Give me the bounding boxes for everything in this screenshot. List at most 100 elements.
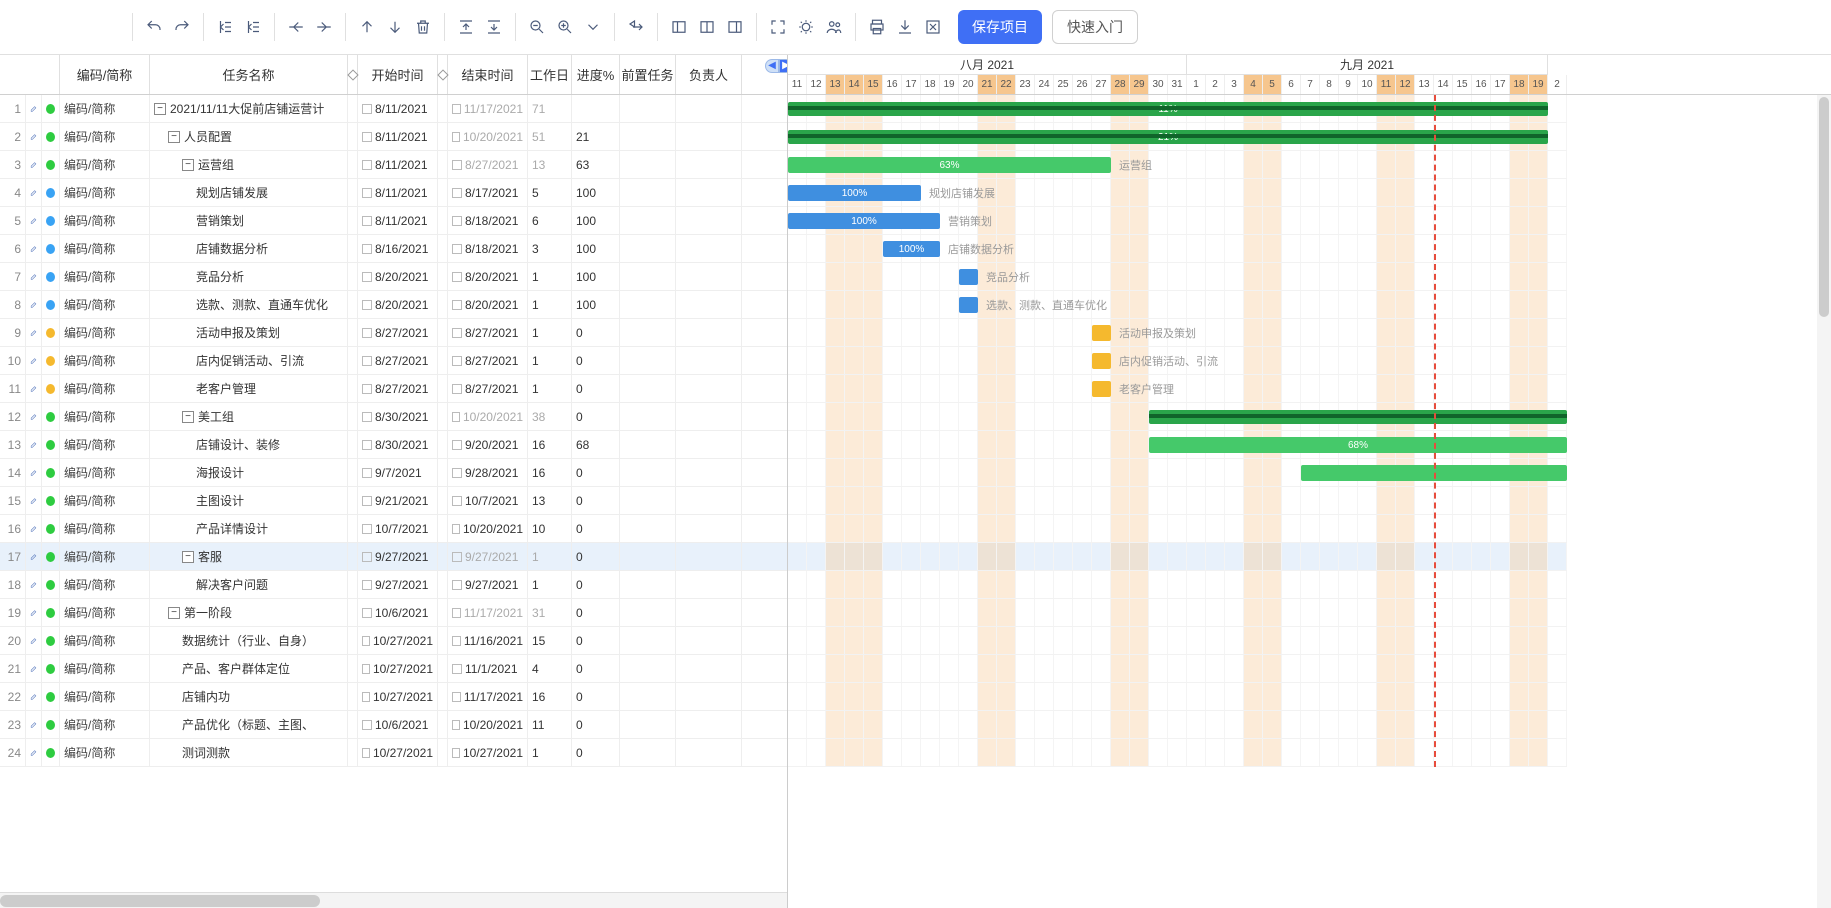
progress-pct[interactable]: 0	[572, 347, 620, 374]
predecessor[interactable]	[620, 123, 676, 150]
end-date[interactable]: 8/27/2021	[448, 151, 528, 178]
print-icon[interactable]	[864, 9, 890, 45]
task-row[interactable]: 16编码/简称产品详情设计10/7/202110/20/2021100	[0, 515, 787, 543]
gantt-row[interactable]	[788, 599, 1567, 627]
edit-row-icon[interactable]	[26, 403, 42, 430]
owner[interactable]	[676, 291, 742, 318]
owner[interactable]	[676, 683, 742, 710]
owner[interactable]	[676, 487, 742, 514]
edit-row-icon[interactable]	[26, 347, 42, 374]
delete-icon[interactable]	[410, 9, 436, 45]
gantt-row[interactable]: 老客户管理	[788, 375, 1567, 403]
edit-row-icon[interactable]	[26, 627, 42, 654]
timeline-day[interactable]: 29	[1130, 75, 1149, 95]
gantt-row[interactable]: 21%	[788, 123, 1567, 151]
task-code[interactable]: 编码/简称	[60, 263, 150, 290]
task-row[interactable]: 12编码/简称−美工组8/30/202110/20/2021380	[0, 403, 787, 431]
task-name-cell[interactable]: 店内促销活动、引流	[150, 347, 348, 374]
work-days[interactable]: 11	[528, 711, 572, 738]
task-code[interactable]: 编码/简称	[60, 543, 150, 570]
edit-row-icon[interactable]	[26, 683, 42, 710]
timeline-day[interactable]: 3	[1225, 75, 1244, 95]
task-name-cell[interactable]: 营销策划	[150, 207, 348, 234]
work-days[interactable]: 16	[528, 459, 572, 486]
task-code[interactable]: 编码/简称	[60, 375, 150, 402]
predecessor[interactable]	[620, 235, 676, 262]
start-date[interactable]: 10/7/2021	[358, 515, 438, 542]
edit-row-icon[interactable]	[26, 711, 42, 738]
predecessor[interactable]	[620, 263, 676, 290]
owner[interactable]	[676, 739, 742, 766]
timeline-day[interactable]: 12	[1396, 75, 1415, 95]
edit-row-icon[interactable]	[26, 235, 42, 262]
timeline-day[interactable]: 6	[1282, 75, 1301, 95]
end-date[interactable]: 8/18/2021	[448, 207, 528, 234]
timeline-day[interactable]: 31	[1168, 75, 1187, 95]
collapse-toggle-icon[interactable]: −	[182, 551, 194, 563]
predecessor[interactable]	[620, 151, 676, 178]
progress-pct[interactable]: 100	[572, 291, 620, 318]
end-date[interactable]: 10/27/2021	[448, 739, 528, 766]
predecessor[interactable]	[620, 319, 676, 346]
task-row[interactable]: 15编码/简称主图设计9/21/202110/7/2021130	[0, 487, 787, 515]
task-row[interactable]: 9编码/简称活动申报及策划8/27/20218/27/202110	[0, 319, 787, 347]
timeline-day[interactable]: 10	[1358, 75, 1377, 95]
task-row[interactable]: 7编码/简称竞品分析8/20/20218/20/20211100	[0, 263, 787, 291]
col-start[interactable]: 开始时间	[358, 55, 438, 94]
edit-row-icon[interactable]	[26, 431, 42, 458]
task-code[interactable]: 编码/简称	[60, 431, 150, 458]
timeline-day[interactable]: 24	[1035, 75, 1054, 95]
timeline-day[interactable]: 25	[1054, 75, 1073, 95]
move-up-icon[interactable]	[354, 9, 380, 45]
work-days[interactable]: 1	[528, 571, 572, 598]
work-days[interactable]: 6	[528, 207, 572, 234]
owner[interactable]	[676, 95, 742, 122]
task-row[interactable]: 2编码/简称−人员配置8/11/202110/20/20215121	[0, 123, 787, 151]
task-code[interactable]: 编码/简称	[60, 571, 150, 598]
end-date[interactable]: 11/1/2021	[448, 655, 528, 682]
gantt-bar[interactable]: 老客户管理	[1092, 381, 1111, 397]
progress-pct[interactable]: 0	[572, 655, 620, 682]
owner[interactable]	[676, 655, 742, 682]
start-date[interactable]: 8/27/2021	[358, 319, 438, 346]
start-date[interactable]: 8/27/2021	[358, 347, 438, 374]
task-code[interactable]: 编码/简称	[60, 655, 150, 682]
task-row[interactable]: 17编码/简称−客服9/27/20219/27/202110	[0, 543, 787, 571]
work-days[interactable]: 4	[528, 655, 572, 682]
work-days[interactable]: 1	[528, 263, 572, 290]
edit-row-icon[interactable]	[26, 207, 42, 234]
timeline-day[interactable]: 11	[1377, 75, 1396, 95]
save-project-button[interactable]: 保存项目	[958, 10, 1042, 44]
gantt-bar[interactable]: 63%运营组	[788, 157, 1111, 173]
predecessor[interactable]	[620, 291, 676, 318]
layout-split-center-icon[interactable]	[694, 9, 720, 45]
task-row[interactable]: 1编码/简称−2021/11/11大促前店铺运营计8/11/202111/17/…	[0, 95, 787, 123]
progress-pct[interactable]: 0	[572, 459, 620, 486]
work-days[interactable]: 10	[528, 515, 572, 542]
predecessor[interactable]	[620, 515, 676, 542]
gantt-row[interactable]	[788, 543, 1567, 571]
gantt-row[interactable]: 竞品分析	[788, 263, 1567, 291]
col-code[interactable]: 编码/简称	[60, 55, 150, 94]
expand-all-icon[interactable]	[481, 9, 507, 45]
edit-row-icon[interactable]	[26, 95, 42, 122]
end-date[interactable]: 8/17/2021	[448, 179, 528, 206]
gantt-bar[interactable]: 选款、测款、直通车优化	[959, 297, 978, 313]
task-row[interactable]: 20编码/简称数据统计（行业、自身）10/27/202111/16/202115…	[0, 627, 787, 655]
timeline-day[interactable]: 16	[1472, 75, 1491, 95]
collapse-toggle-icon[interactable]: −	[168, 607, 180, 619]
task-name-cell[interactable]: 海报设计	[150, 459, 348, 486]
edit-row-icon[interactable]	[26, 599, 42, 626]
task-name-cell[interactable]: 活动申报及策划	[150, 319, 348, 346]
timeline-day[interactable]: 19	[940, 75, 959, 95]
timeline-day[interactable]: 16	[883, 75, 902, 95]
task-name-cell[interactable]: 店铺内功	[150, 683, 348, 710]
task-row[interactable]: 21编码/简称产品、客户群体定位10/27/202111/1/202140	[0, 655, 787, 683]
predecessor[interactable]	[620, 207, 676, 234]
task-row[interactable]: 3编码/简称−运营组8/11/20218/27/20211363	[0, 151, 787, 179]
task-code[interactable]: 编码/简称	[60, 151, 150, 178]
task-row[interactable]: 6编码/简称店铺数据分析8/16/20218/18/20213100	[0, 235, 787, 263]
task-code[interactable]: 编码/简称	[60, 599, 150, 626]
owner[interactable]	[676, 403, 742, 430]
splitter-control[interactable]: ◀▶	[765, 57, 788, 73]
